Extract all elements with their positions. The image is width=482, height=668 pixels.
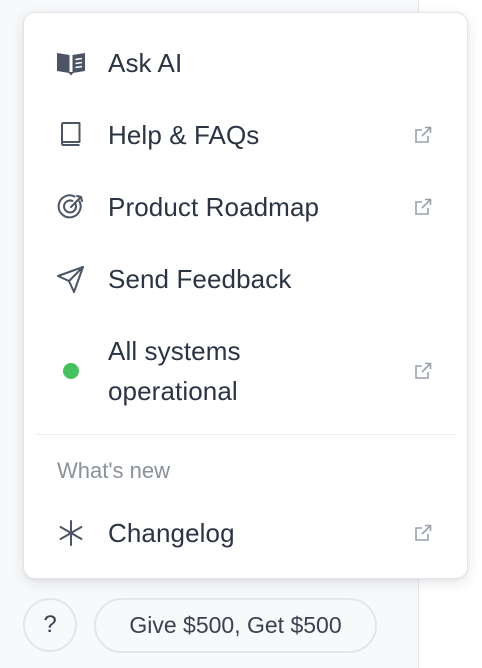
menu-item-label: All systems operational [108, 336, 241, 406]
status-dot [56, 356, 86, 386]
menu-divider [36, 434, 456, 435]
target-icon [56, 192, 86, 222]
menu-item-label: Help & FAQs [108, 120, 260, 150]
menu-item-label: Ask AI [108, 48, 183, 78]
external-link-icon [413, 361, 433, 381]
send-icon [56, 264, 86, 294]
section-title: What's new [57, 458, 171, 483]
external-link-icon [413, 197, 433, 217]
menu-item-system-status[interactable]: All systems operational [24, 329, 467, 413]
menu-item-label: Send Feedback [108, 264, 292, 294]
book-open-icon [56, 48, 86, 78]
help-button[interactable]: ? [23, 598, 77, 652]
menu-item-send-feedback[interactable]: Send Feedback [24, 251, 467, 307]
menu-item-label: Changelog [108, 518, 235, 548]
menu-item-changelog[interactable]: Changelog [24, 505, 467, 561]
book-icon [56, 120, 86, 150]
help-menu: Ask AI Help & FAQs Product Roadmap Send … [23, 12, 468, 579]
referral-button[interactable]: Give $500, Get $500 [94, 598, 377, 653]
external-link-icon [413, 523, 433, 543]
menu-item-ask-ai[interactable]: Ask AI [24, 35, 467, 91]
asterisk-icon [56, 518, 86, 548]
menu-item-product-roadmap[interactable]: Product Roadmap [24, 179, 467, 235]
menu-item-label: Product Roadmap [108, 192, 320, 222]
menu-item-help-faqs[interactable]: Help & FAQs [24, 107, 467, 163]
external-link-icon [413, 125, 433, 145]
